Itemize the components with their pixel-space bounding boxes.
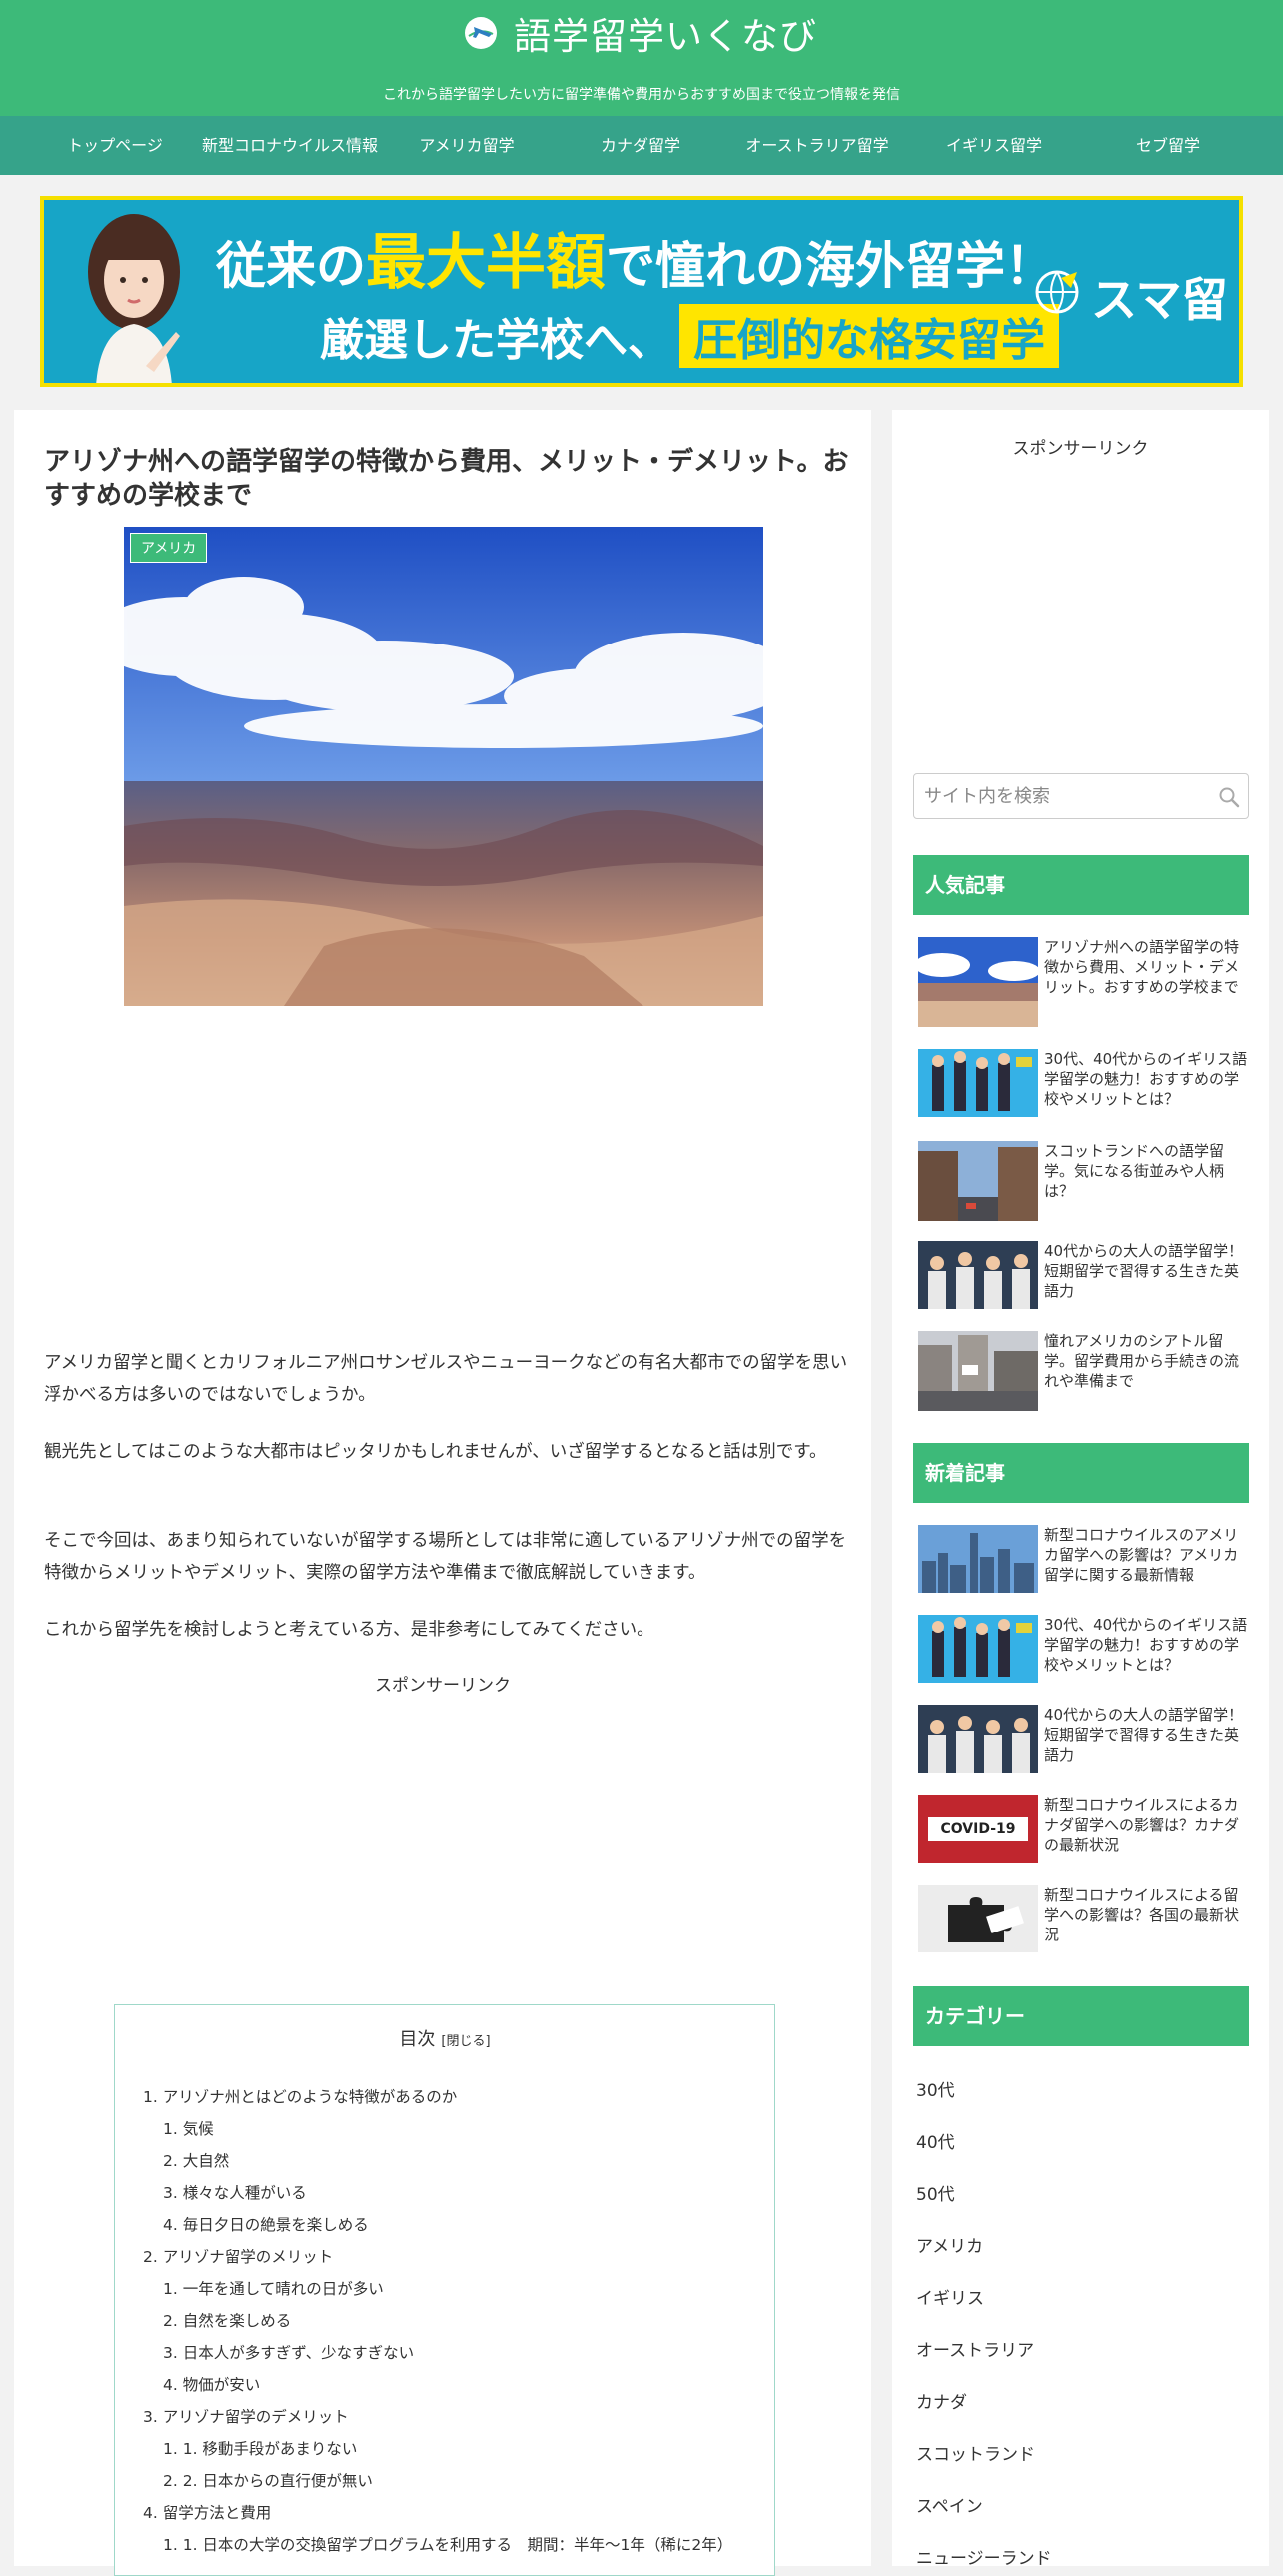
post-thumbnail: COVID-19: [918, 1795, 1038, 1863]
search-icon[interactable]: [1218, 786, 1240, 808]
toc-close-button[interactable]: [閉じる]: [441, 2034, 490, 2049]
post-title[interactable]: 新型コロナウイルスのアメリカ留学への影響は？アメリカ留学に関する最新情報: [1044, 1525, 1248, 1585]
toc-item[interactable]: 3. アリゾナ留学のデメリット: [143, 2405, 349, 2427]
category-link[interactable]: スペイン: [916, 2492, 983, 2517]
nav-item-cebu[interactable]: セブ留学: [1093, 116, 1243, 175]
article-paragraph: これから留学先を検討しようと考えている方、是非参考にしてみてください。: [44, 1620, 654, 1640]
article-paragraph: アメリカ留学と聞くとカリフォルニア州ロサンゼルスやニューヨークなどの有名大都市で…: [44, 1353, 848, 1405]
category-link[interactable]: アメリカ: [916, 2232, 983, 2257]
category-link[interactable]: 40代: [916, 2128, 955, 2153]
popular-posts-title: 人気記事: [913, 855, 1249, 915]
category-link[interactable]: 30代: [916, 2076, 955, 2101]
post-thumbnail: [918, 937, 1038, 1027]
post-title[interactable]: 新型コロナウイルスによるカナダ留学への影響は？カナダの最新状況: [1044, 1795, 1248, 1855]
toc-item[interactable]: 1. 気候: [163, 2117, 214, 2139]
sponsor-label: スポンサーリンク: [375, 1676, 511, 1696]
toc-item[interactable]: 1. 1. 日本の大学の交換留学プログラムを利用する 期間：半年～1年（稀に2年…: [163, 2533, 732, 2555]
covid-label: COVID-19: [928, 1817, 1028, 1841]
post-thumbnail: [918, 1049, 1038, 1139]
site-tagline: これから語学留学したい方に留学準備や費用からおすすめ国まで役立つ情報を発信: [383, 87, 900, 103]
category-link[interactable]: カナダ: [916, 2388, 967, 2413]
category-link[interactable]: ニュージーランド: [916, 2544, 1052, 2569]
nav-item-top[interactable]: トップページ: [40, 116, 190, 175]
post-title[interactable]: 40代からの大人の語学留学！短期留学で習得する生きた英語力: [1044, 1705, 1248, 1765]
site-logo[interactable]: 語学留学いくなび: [0, 0, 1283, 60]
category-link[interactable]: イギリス: [916, 2284, 984, 2309]
nav-item-america[interactable]: アメリカ留学: [392, 116, 542, 175]
sidebar: スポンサーリンク 人気記事 アリゾナ州への語学留学の特徴から費用、メリット・デメ…: [892, 410, 1269, 2569]
nav-item-australia[interactable]: オーストラリア留学: [739, 116, 895, 175]
article-main: アリゾナ州への語学留学の特徴から費用、メリット・デメリット。おすすめの学校まで: [14, 410, 871, 2576]
toc-item[interactable]: 1. アリゾナ州とはどのような特徴があるのか: [143, 2085, 457, 2107]
banner-logo: スマ留: [1091, 273, 1228, 327]
popular-post-item[interactable]: 憧れアメリカのシアトル留学。留学費用から手続きの流れや準備まで: [918, 1331, 1248, 1421]
article-eyecatch-image: アメリカ: [124, 527, 763, 1006]
popular-post-item[interactable]: 40代からの大人の語学留学！短期留学で習得する生きた英語力: [918, 1241, 1248, 1331]
category-badge[interactable]: アメリカ: [130, 533, 208, 563]
search-input[interactable]: [924, 774, 1204, 818]
globe-plane-icon: [1035, 270, 1079, 314]
post-thumbnail: [918, 1241, 1038, 1331]
toc-item[interactable]: 4. 毎日夕日の絶景を楽しめる: [163, 2213, 369, 2235]
category-link[interactable]: スコットランド: [916, 2440, 1035, 2465]
article-title: アリゾナ州への語学留学の特徴から費用、メリット・デメリット。おすすめの学校まで: [44, 447, 849, 511]
toc-item[interactable]: 1. 一年を通して晴れの日が多い: [163, 2277, 384, 2299]
article-paragraph: そこで今回は、あまり知られていないが留学する場所としては非常に適しているアリゾナ…: [44, 1531, 847, 1583]
post-title[interactable]: スコットランドへの語学留学。気になる街並みや人柄は？: [1044, 1141, 1248, 1201]
new-post-item[interactable]: 新型コロナウイルスによる留学への影響は？各国の最新状況: [918, 1885, 1248, 1974]
category-link[interactable]: オーストラリア: [916, 2336, 1034, 2361]
category-title: カテゴリー: [913, 1986, 1249, 2046]
post-thumbnail: [918, 1885, 1038, 1974]
toc-item[interactable]: 4. 物価が安い: [163, 2373, 260, 2395]
toc-item[interactable]: 2. アリゾナ留学のメリット: [143, 2245, 333, 2267]
grand-canyon-image: [124, 527, 763, 1006]
toc-item[interactable]: 2. 自然を楽しめる: [163, 2309, 291, 2331]
site-title[interactable]: 語学留学いくなび: [514, 6, 817, 60]
post-thumbnail: [918, 1615, 1038, 1705]
new-post-item[interactable]: COVID-19 新型コロナウイルスによるカナダ留学への影響は？カナダの最新状況: [918, 1795, 1248, 1885]
site-search: [913, 773, 1249, 819]
banner-subline: 厳選した学校へ、 圧倒的な格安留学: [320, 304, 1059, 368]
global-nav: トップページ 新型コロナウイルス情報 アメリカ留学 カナダ留学 オーストラリア留…: [0, 116, 1283, 175]
post-thumbnail: [918, 1141, 1038, 1231]
ad-banner[interactable]: 従来の最大半額で憧れの海外留学！ 厳選した学校へ、 圧倒的な格安留学 スマ留: [40, 196, 1243, 387]
banner-model-image: [88, 214, 180, 383]
toc-item[interactable]: 1. 1. 移動手段があまりない: [163, 2437, 357, 2459]
new-post-item[interactable]: 40代からの大人の語学留学！短期留学で習得する生きた英語力: [918, 1705, 1248, 1795]
nav-item-uk[interactable]: イギリス留学: [919, 116, 1069, 175]
category-link[interactable]: 50代: [916, 2180, 955, 2205]
new-post-item[interactable]: 30代、40代からのイギリス語学留学の魅力！おすすめの学校やメリットとは？: [918, 1615, 1248, 1705]
toc-item[interactable]: 4. 留学方法と費用: [143, 2501, 271, 2523]
nav-item-canada[interactable]: カナダ留学: [566, 116, 715, 175]
banner-headline: 従来の最大半額で憧れの海外留学！: [216, 228, 1055, 298]
toc-item[interactable]: 3. 日本人が多すぎず、少なすぎない: [163, 2341, 414, 2363]
toc-title: 目次 [閉じる]: [399, 2029, 491, 2050]
popular-post-item[interactable]: 30代、40代からのイギリス語学留学の魅力！おすすめの学校やメリットとは？: [918, 1049, 1248, 1139]
toc-item[interactable]: 3. 様々な人種がいる: [163, 2181, 307, 2203]
popular-post-item[interactable]: スコットランドへの語学留学。気になる街並みや人柄は？: [918, 1141, 1248, 1231]
new-posts-title: 新着記事: [913, 1443, 1249, 1503]
post-thumbnail: [918, 1331, 1038, 1421]
post-thumbnail: [918, 1705, 1038, 1795]
post-title[interactable]: 40代からの大人の語学留学！短期留学で習得する生きた英語力: [1044, 1241, 1248, 1301]
post-title[interactable]: 憧れアメリカのシアトル留学。留学費用から手続きの流れや準備まで: [1044, 1331, 1248, 1391]
popular-post-item[interactable]: アリゾナ州への語学留学の特徴から費用、メリット・デメリット。おすすめの学校まで: [918, 937, 1248, 1027]
post-thumbnail: [918, 1525, 1038, 1615]
airplane-globe-icon: [465, 17, 497, 49]
toc-item[interactable]: 2. 2. 日本からの直行便が無い: [163, 2469, 373, 2491]
new-post-item[interactable]: 新型コロナウイルスのアメリカ留学への影響は？アメリカ留学に関する最新情報: [918, 1525, 1248, 1615]
post-title[interactable]: 30代、40代からのイギリス語学留学の魅力！おすすめの学校やメリットとは？: [1044, 1049, 1248, 1109]
article-paragraph: 観光先としてはこのような大都市はピッタリかもしれませんが、いざ留学するとなると話…: [44, 1442, 827, 1462]
table-of-contents: 目次 [閉じる] 1. アリゾナ州とはどのような特徴があるのか 1. 気候 2. …: [114, 2004, 775, 2576]
sidebar-sponsor-label: スポンサーリンク: [1012, 439, 1149, 459]
site-header: 語学留学いくなび これから語学留学したい方に留学準備や費用からおすすめ国まで役立…: [0, 0, 1283, 116]
nav-item-coronavirus[interactable]: 新型コロナウイルス情報: [196, 116, 384, 175]
post-title[interactable]: アリゾナ州への語学留学の特徴から費用、メリット・デメリット。おすすめの学校まで: [1044, 937, 1248, 997]
post-title[interactable]: 30代、40代からのイギリス語学留学の魅力！おすすめの学校やメリットとは？: [1044, 1615, 1248, 1675]
post-title[interactable]: 新型コロナウイルスによる留学への影響は？各国の最新状況: [1044, 1885, 1248, 1944]
toc-item[interactable]: 2. 大自然: [163, 2149, 229, 2171]
